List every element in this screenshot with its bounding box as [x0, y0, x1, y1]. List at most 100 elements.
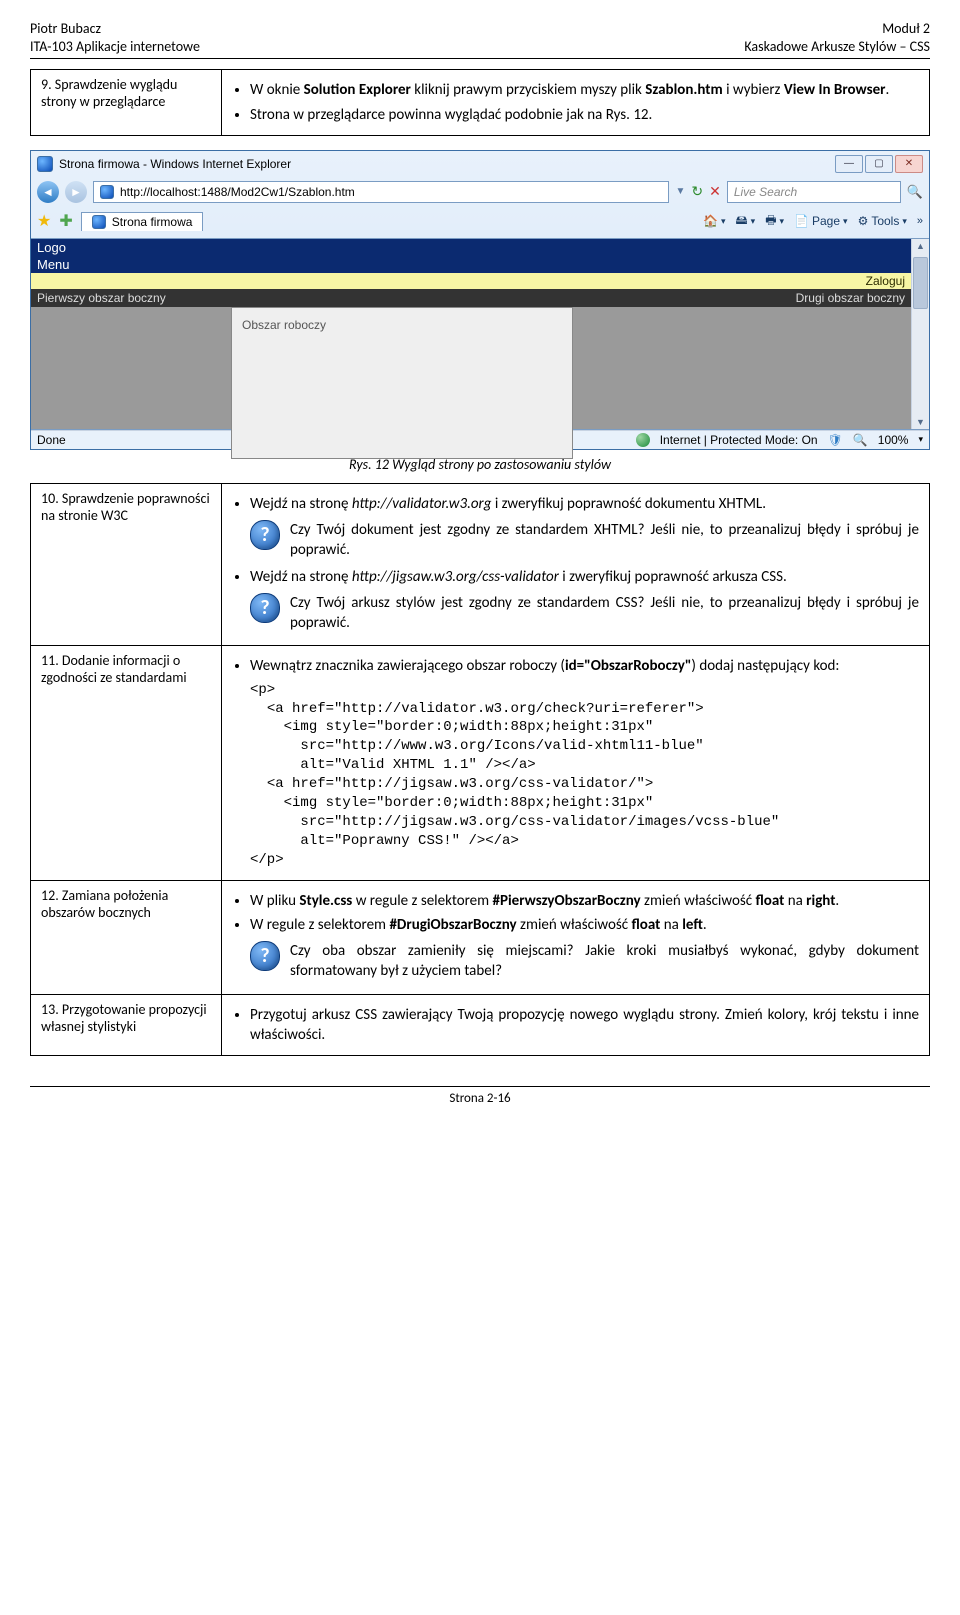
bold: #DrugiObszarBoczny [389, 916, 516, 934]
ie-icon [37, 156, 53, 172]
search-placeholder: Live Search [734, 185, 797, 199]
question-text-3: Czy oba obszar zamieniły się miejscami? … [290, 941, 919, 982]
tab-icon [92, 215, 106, 229]
feeds-button[interactable]: 🖴 ▾ [736, 211, 756, 232]
browser-tab[interactable]: Strona firmowa [81, 212, 204, 231]
maximize-button[interactable]: ▢ [865, 155, 893, 173]
question-icon: ? [250, 593, 280, 623]
bold: left [682, 916, 703, 934]
section-9-label: 9. Sprawdzenie wyglądu strony w przegląd… [31, 70, 222, 136]
scroll-thumb[interactable] [913, 257, 928, 309]
zaloguj-link[interactable]: Zaloguj [866, 274, 905, 288]
top-nav: Logo Menu [31, 239, 911, 273]
text: w regule z selektorem [352, 892, 492, 910]
bold: float [755, 892, 784, 910]
text: . [835, 892, 839, 910]
refresh-button[interactable]: ↻ [691, 183, 703, 200]
section-13-label: 13. Przygotowanie propozycji własnej sty… [31, 994, 222, 1056]
zoom-dropdown-icon[interactable]: ▾ [918, 434, 923, 445]
home-button[interactable]: 🏠 ▾ [703, 214, 725, 228]
ie-window: Strona firmowa - Windows Internet Explor… [30, 150, 930, 450]
text: i zweryfikuj poprawność dokumentu XHTML. [491, 495, 766, 513]
ie-titlebar: Strona firmowa - Windows Internet Explor… [31, 151, 929, 177]
work-area-label: Obszar roboczy [242, 318, 326, 332]
bold: Solution Explorer [304, 81, 411, 99]
stop-button[interactable]: ✕ [709, 183, 721, 200]
page-footer: Strona 2-16 [30, 1086, 930, 1106]
status-left: Done [37, 433, 66, 447]
close-button[interactable]: ✕ [895, 155, 923, 173]
italic-url: http://validator.w3.org [352, 495, 492, 513]
bold: Style.css [299, 892, 352, 910]
section-9-table: 9. Sprawdzenie wyglądu strony w przegląd… [30, 69, 930, 136]
bold: Szablon.htm [645, 81, 722, 99]
address-bar[interactable]: http://localhost:1488/Mod2Cw1/Szablon.ht… [93, 181, 669, 203]
question-icon: ? [250, 941, 280, 971]
question-block-1: ? Czy Twój dokument jest zgodny ze stand… [250, 520, 919, 561]
search-icon[interactable]: 🔍 [907, 184, 923, 200]
main-grey-area: Obszar roboczy [31, 307, 911, 429]
module-number: Moduł 2 [744, 20, 930, 38]
favorites-star-icon[interactable]: ★ [37, 211, 51, 231]
bold: View In Browser [784, 81, 886, 99]
text: i zweryfikuj poprawność arkusza CSS. [559, 568, 787, 586]
left-side-label: Pierwszy obszar boczny [37, 291, 166, 305]
text: Wewnątrz znacznika zawierającego obszar … [250, 657, 565, 675]
search-box[interactable]: Live Search [727, 181, 901, 203]
chevron-right-icon[interactable]: » [917, 215, 923, 227]
section-10-bullet-1: Wejdź na stronę http://validator.w3.org … [250, 494, 919, 514]
text: W regule z selektorem [250, 916, 389, 934]
content-area: Logo Menu Zaloguj Pierwszy obszar boczny… [31, 238, 929, 430]
header-right: Moduł 2 Kaskadowe Arkusze Stylów – CSS [744, 20, 930, 56]
url-text: http://localhost:1488/Mod2Cw1/Szablon.ht… [120, 185, 355, 199]
text: zmień właściwość [641, 892, 756, 910]
text: . [703, 916, 707, 934]
section-12-bullet-1: W pliku Style.css w regule z selektorem … [250, 891, 919, 911]
scrollbar[interactable]: ▲ ▼ [911, 239, 929, 429]
page: Piotr Bubacz ITA-103 Aplikacje interneto… [0, 0, 960, 1146]
module-title: Kaskadowe Arkusze Stylów – CSS [744, 38, 930, 56]
bold: right [806, 892, 835, 910]
page-layout: Logo Menu Zaloguj Pierwszy obszar boczny… [31, 239, 911, 429]
add-favorites-icon[interactable]: ✚ [59, 211, 72, 231]
section-10-content: Wejdź na stronę http://validator.w3.org … [222, 483, 930, 646]
section-12-bullet-2: W regule z selektorem #DrugiObszarBoczny… [250, 915, 919, 935]
question-block-3: ? Czy oba obszar zamieniły się miejscami… [250, 941, 919, 982]
course-code: ITA-103 Aplikacje internetowe [30, 38, 200, 56]
text: . [885, 81, 889, 99]
bold: id="ObszarRoboczy" [565, 657, 691, 675]
page-header: Piotr Bubacz ITA-103 Aplikacje interneto… [30, 20, 930, 59]
login-strip: Zaloguj [31, 273, 911, 289]
page-menu[interactable]: 📄 Page ▾ [794, 214, 848, 228]
tab-title: Strona firmowa [112, 215, 193, 229]
back-button[interactable]: ◄ [37, 181, 59, 203]
text: kliknij prawym przyciskiem myszy plik [411, 81, 645, 99]
code-block: <p> <a href="http://validator.w3.org/che… [250, 681, 919, 870]
ie-tabbar: ★ ✚ Strona firmowa 🏠 ▾ 🖴 ▾ 🖶 ▾ 📄 Page ▾ … [31, 207, 929, 238]
ie-navbar: ◄ ► http://localhost:1488/Mod2Cw1/Szablo… [31, 177, 929, 207]
text: W pliku [250, 892, 299, 910]
status-mode: Internet | Protected Mode: On [660, 433, 818, 447]
print-button[interactable]: 🖶 ▾ [765, 211, 784, 232]
text: W oknie [250, 81, 304, 99]
window-controls: — ▢ ✕ [835, 155, 923, 173]
scroll-down-icon[interactable]: ▼ [916, 417, 925, 427]
section-11-label: 11. Dodanie informacji o zgodności ze st… [31, 646, 222, 880]
question-icon: ? [250, 520, 280, 550]
zoom-icon[interactable]: 🔍 [853, 433, 868, 447]
text: Wejdź na stronę [250, 568, 352, 586]
text: na [784, 892, 806, 910]
scroll-up-icon[interactable]: ▲ [916, 241, 925, 251]
url-dropdown-icon[interactable]: ▼ [675, 186, 685, 197]
security-icon: 🛡 [828, 433, 843, 447]
section-13-bullet-1: Przygotuj arkusz CSS zawierający Twoją p… [250, 1005, 919, 1046]
forward-button[interactable]: ► [65, 181, 87, 203]
minimize-button[interactable]: — [835, 155, 863, 173]
section-10-label: 10. Sprawdzenie poprawności na stronie W… [31, 483, 222, 646]
question-block-2: ? Czy Twój arkusz stylów jest zgodny ze … [250, 593, 919, 634]
right-side-label: Drugi obszar boczny [796, 291, 905, 305]
italic-url: http://jigsaw.w3.org/css-validator [352, 568, 559, 586]
bold: float [631, 916, 660, 934]
section-9-bullet-1: W oknie Solution Explorer kliknij prawym… [250, 80, 919, 100]
tools-menu[interactable]: ⚙ Tools ▾ [858, 214, 907, 228]
